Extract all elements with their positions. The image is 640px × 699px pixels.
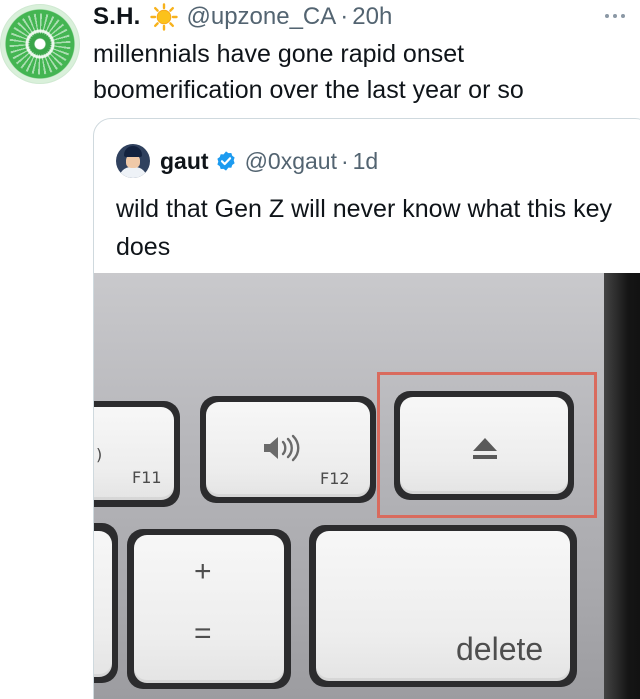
quoted-separator-dot: ·: [340, 147, 349, 174]
tweet-header: S.H. @upzone_CA · 20h: [93, 0, 392, 34]
f12-label: F12: [320, 469, 350, 488]
author-name[interactable]: S.H.: [93, 3, 140, 31]
author-handle[interactable]: @upzone_CA: [186, 3, 336, 31]
quoted-author-handle[interactable]: @0xgaut: [245, 148, 337, 175]
delete-label: delete: [456, 631, 544, 667]
more-options-icon[interactable]: [598, 6, 632, 26]
f11-label: F11: [132, 468, 162, 487]
volume-up-icon: [264, 434, 300, 462]
tweet-text: millennials have gone rapid onset boomer…: [93, 40, 524, 104]
tweet-timestamp[interactable]: 20h: [352, 3, 392, 31]
author-avatar[interactable]: [0, 4, 80, 84]
quoted-tweet-text: wild that Gen Z will never know what thi…: [116, 195, 613, 261]
partial-left-key: [94, 531, 112, 677]
sun-emoji-icon: [150, 3, 179, 31]
equals-label: =: [194, 617, 212, 650]
keyboard-edge-shadow: [604, 273, 640, 699]
quoted-tweet-header: gaut @0xgaut · 1d: [116, 143, 378, 179]
tweet: S.H. @upzone_CA · 20h millennials have g…: [0, 0, 640, 699]
keyboard-photo[interactable]: ) F11 F12 + = delete: [94, 273, 640, 699]
quoted-tweet[interactable]: gaut @0xgaut · 1d wild that Gen Z will n…: [93, 118, 640, 699]
separator-dot: ·: [340, 3, 349, 30]
quoted-author-name[interactable]: gaut: [160, 148, 209, 175]
verified-badge-icon: [216, 151, 235, 171]
partial-key-label: ): [96, 445, 103, 464]
quoted-tweet-timestamp[interactable]: 1d: [353, 148, 379, 175]
plus-label: +: [194, 555, 212, 588]
eject-key-highlight-box: [377, 372, 597, 518]
quoted-author-avatar[interactable]: [116, 144, 150, 178]
